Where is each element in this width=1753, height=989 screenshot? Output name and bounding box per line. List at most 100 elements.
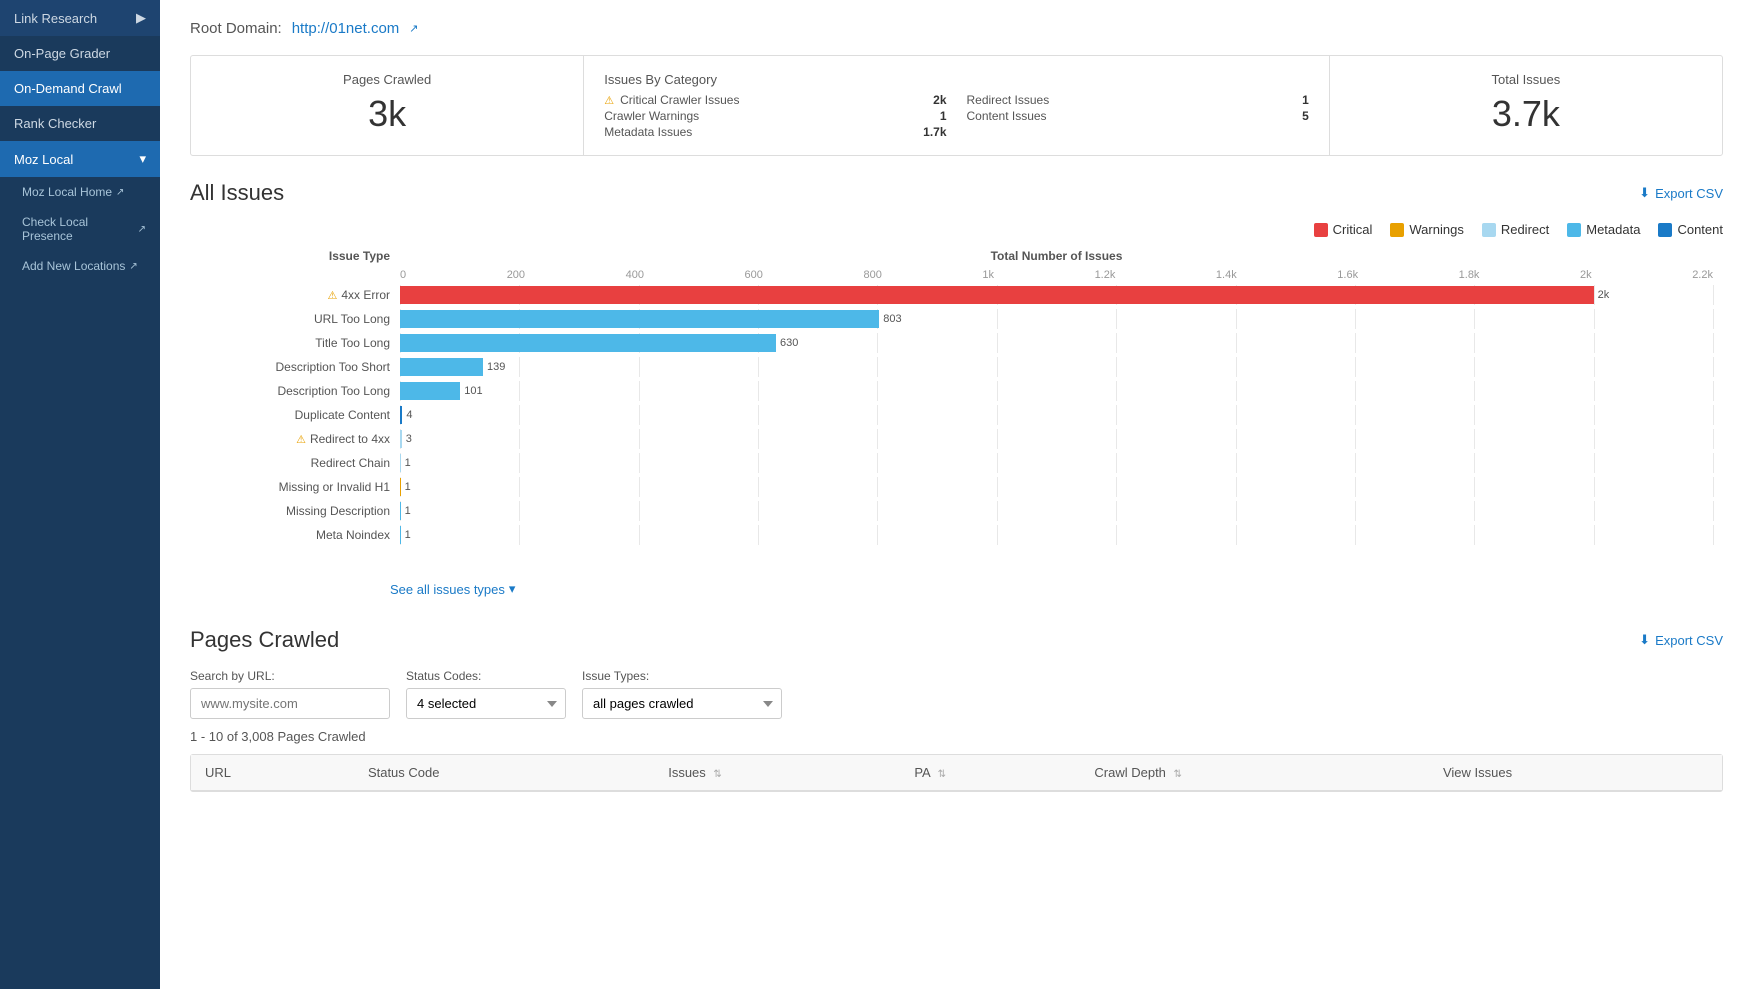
tick-line xyxy=(1474,453,1475,473)
bar-value-label: 1 xyxy=(405,502,411,520)
download-icon: ⬇ xyxy=(1639,185,1650,201)
tick-line xyxy=(758,477,759,497)
tick-line xyxy=(1594,285,1595,305)
content-dot xyxy=(1658,223,1672,237)
see-all-issues-link[interactable]: See all issues types ▾ xyxy=(390,581,1723,597)
bar-area: 1 xyxy=(400,501,1713,521)
tick-line xyxy=(1474,525,1475,545)
sidebar-item-on-demand-crawl[interactable]: On-Demand Crawl xyxy=(0,71,160,106)
sidebar-sub-check-local-presence[interactable]: Check Local Presence ↗ xyxy=(0,207,160,251)
tick-line xyxy=(877,429,878,449)
tick-line xyxy=(997,453,998,473)
tick-line xyxy=(758,429,759,449)
bar-label: URL Too Long xyxy=(200,312,400,326)
tick-line xyxy=(639,477,640,497)
tick-line xyxy=(1594,453,1595,473)
total-issues-value: 3.7k xyxy=(1350,93,1702,135)
tick-line xyxy=(639,405,640,425)
issue-count: 2k xyxy=(933,93,946,107)
export-csv-button[interactable]: ⬇ Export CSV xyxy=(1639,185,1723,201)
bar-area: 101 xyxy=(400,381,1713,401)
tick-line xyxy=(877,333,878,353)
tick-line xyxy=(519,501,520,521)
sidebar-item-link-research[interactable]: Link Research ▶ xyxy=(0,0,160,36)
bar xyxy=(400,334,776,352)
tick-line xyxy=(519,381,520,401)
issue-types-select[interactable]: all pages crawled xyxy=(582,688,782,719)
tick-line xyxy=(1236,405,1237,425)
legend-critical: Critical xyxy=(1314,222,1373,237)
legend-warnings: Warnings xyxy=(1390,222,1463,237)
issue-types-group: Issue Types: all pages crawled xyxy=(582,669,782,719)
y-axis-label: Issue Type xyxy=(200,249,400,263)
pages-export-csv-button[interactable]: ⬇ Export CSV xyxy=(1639,632,1723,648)
main-content: Root Domain: http://01net.com ↗ Pages Cr… xyxy=(160,0,1753,989)
tick-line xyxy=(997,381,998,401)
bar xyxy=(400,286,1594,304)
status-codes-select-wrap: 4 selected xyxy=(406,688,566,719)
tick-line xyxy=(997,501,998,521)
tick-line xyxy=(519,429,520,449)
bar-area: 3 xyxy=(400,429,1713,449)
bar-area: 2k xyxy=(400,285,1713,305)
tick-line xyxy=(1594,477,1595,497)
tick-line xyxy=(519,477,520,497)
tick-line xyxy=(1713,477,1714,497)
tick-line xyxy=(1355,309,1356,329)
tick-line xyxy=(519,453,520,473)
tick-line xyxy=(1355,501,1356,521)
tick-line xyxy=(1713,357,1714,377)
tick-line xyxy=(1116,477,1117,497)
legend-label: Content xyxy=(1677,222,1723,237)
sidebar-item-on-page-grader[interactable]: On-Page Grader xyxy=(0,36,160,71)
tick-line xyxy=(1355,357,1356,377)
col-crawl-depth[interactable]: Crawl Depth ⇅ xyxy=(1080,755,1429,791)
bar-value-label: 803 xyxy=(883,310,901,328)
critical-crawler-issues-row: ⚠ Critical Crawler Issues 2k xyxy=(604,93,946,107)
tick-line xyxy=(1713,285,1714,305)
tick-line xyxy=(639,525,640,545)
tick-line xyxy=(1594,333,1595,353)
bar-label: Missing Description xyxy=(200,504,400,518)
col-status-code: Status Code xyxy=(354,755,654,791)
issue-count: 1 xyxy=(940,109,947,123)
tick-line xyxy=(1594,381,1595,401)
status-codes-group: Status Codes: 4 selected xyxy=(406,669,566,719)
bar-label: Description Too Long xyxy=(200,384,400,398)
warn-triangle-icon: ⚠ xyxy=(296,433,306,446)
tick-line xyxy=(997,525,998,545)
bar xyxy=(400,502,401,520)
sidebar-moz-local[interactable]: Moz Local ▾ xyxy=(0,141,160,177)
sidebar-item-rank-checker[interactable]: Rank Checker xyxy=(0,106,160,141)
search-url-input[interactable] xyxy=(190,688,390,719)
tick-line xyxy=(1594,309,1595,329)
tick-line xyxy=(1236,333,1237,353)
warn-icon: ⚠ xyxy=(604,94,614,107)
tick-line xyxy=(877,357,878,377)
tick-line xyxy=(1713,333,1714,353)
sidebar-sub-add-new-locations[interactable]: Add New Locations ↗ xyxy=(0,251,160,281)
bar-value-label: 1 xyxy=(405,526,411,544)
tick-line xyxy=(877,477,878,497)
bar-label: ⚠Redirect to 4xx xyxy=(200,432,400,446)
root-domain-url[interactable]: http://01net.com xyxy=(292,20,400,37)
col-issues[interactable]: Issues ⇅ xyxy=(654,755,900,791)
tick-line xyxy=(758,501,759,521)
bar-label: Duplicate Content xyxy=(200,408,400,422)
tick-line xyxy=(1474,429,1475,449)
bar xyxy=(400,526,401,544)
status-codes-select[interactable]: 4 selected xyxy=(406,688,566,719)
bar-value-label: 2k xyxy=(1598,286,1610,304)
bar-area: 1 xyxy=(400,525,1713,545)
sub-item-label: Moz Local Home xyxy=(22,185,112,199)
legend-label: Metadata xyxy=(1586,222,1640,237)
redirect-dot xyxy=(1482,223,1496,237)
tick-line xyxy=(1713,453,1714,473)
sidebar-sub-moz-local-home[interactable]: Moz Local Home ↗ xyxy=(0,177,160,207)
issues-by-category-stat: Issues By Category ⚠ Critical Crawler Is… xyxy=(584,56,1330,155)
bar-value-label: 630 xyxy=(780,334,798,352)
bar xyxy=(400,406,402,424)
col-pa[interactable]: PA ⇅ xyxy=(900,755,1080,791)
bar-value-label: 3 xyxy=(406,430,412,448)
chart-bar-row: Title Too Long630 xyxy=(200,333,1713,353)
